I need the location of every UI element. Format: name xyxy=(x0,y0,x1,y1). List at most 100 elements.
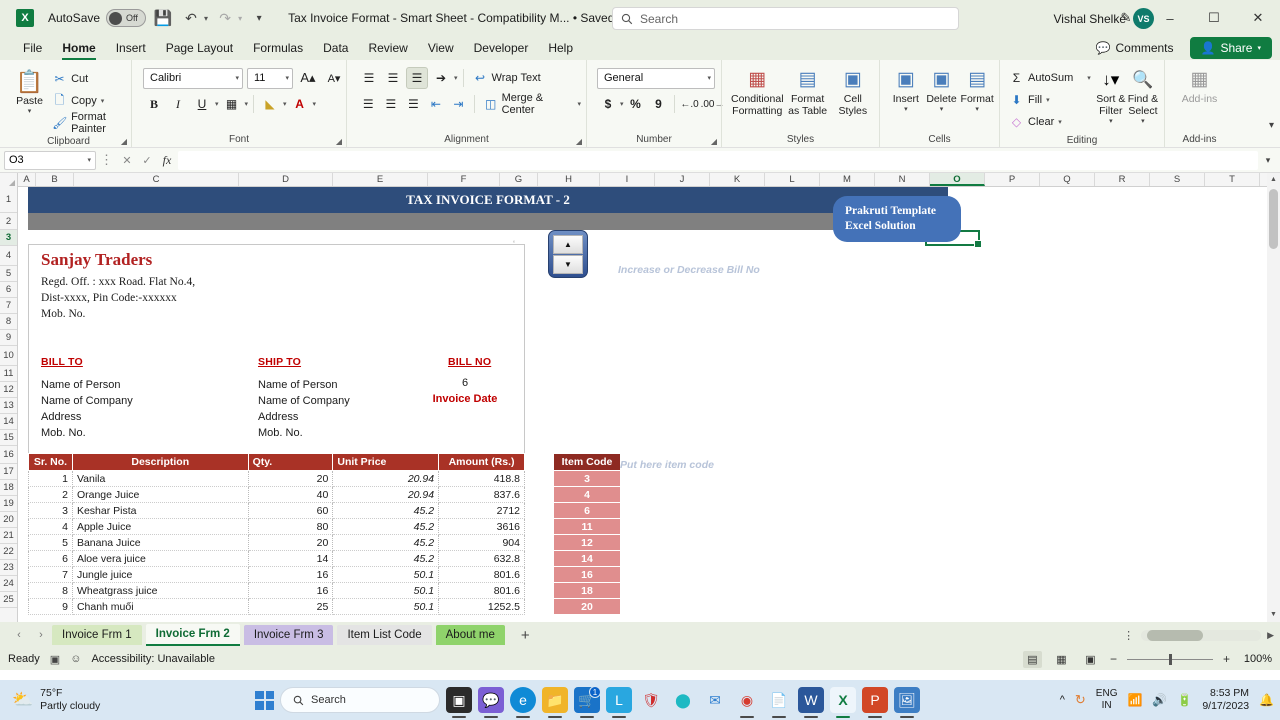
percent-format-button[interactable]: % xyxy=(625,93,647,115)
alignment-dialog-launcher-icon[interactable]: ◢ xyxy=(576,137,582,146)
language-indicator[interactable]: ENG IN xyxy=(1096,688,1118,712)
powerpoint-icon[interactable]: P xyxy=(862,687,888,713)
battery-icon[interactable]: 🔋 xyxy=(1177,693,1192,707)
col-header-D[interactable]: D xyxy=(239,173,333,186)
microsoft-store-icon[interactable]: 🛒 1 xyxy=(574,686,601,713)
tab-help[interactable]: Help xyxy=(539,38,582,58)
formula-bar-menu-icon[interactable]: ⋮ xyxy=(98,152,116,168)
cancel-entry-icon[interactable]: ✕ xyxy=(118,154,136,167)
font-size-select[interactable]: 11 ▾ xyxy=(247,67,293,89)
borders-button[interactable]: ▦ xyxy=(221,93,243,115)
notepad-icon[interactable]: 📄 xyxy=(766,687,792,713)
close-button[interactable]: ✕ xyxy=(1236,0,1280,36)
align-top-button[interactable]: ☰ xyxy=(358,67,380,89)
add-sheet-button[interactable]: + xyxy=(509,627,542,644)
sort-filter-button[interactable]: ↓▾ Sort & Filter ▾ xyxy=(1095,66,1127,125)
row-header-4[interactable]: 4 xyxy=(0,246,17,266)
undo-chevron-down-icon[interactable]: ▾ xyxy=(204,14,208,23)
accessibility-icon[interactable]: ☺ xyxy=(70,653,81,665)
sheet-tab-invoice-frm-1[interactable]: Invoice Frm 1 xyxy=(52,625,142,645)
number-format-select[interactable]: General ▾ xyxy=(597,67,715,89)
find-select-button[interactable]: 🔍 Find & Select ▾ xyxy=(1127,66,1159,125)
clear-button[interactable]: ◇ Clear ▾ xyxy=(1009,111,1091,133)
word-icon[interactable]: W xyxy=(798,687,824,713)
minimize-button[interactable]: – xyxy=(1148,0,1192,36)
select-all-corner[interactable] xyxy=(0,173,18,187)
align-left-button[interactable]: ☰ xyxy=(358,93,379,115)
insert-chevron-down-icon[interactable]: ▾ xyxy=(904,105,908,113)
wrap-text-button[interactable]: ↩ Wrap Text xyxy=(473,67,541,89)
paste-button[interactable]: 📋 Paste ▾ xyxy=(11,68,48,116)
vertical-scroll-thumb[interactable] xyxy=(1269,189,1278,249)
page-break-preview-button[interactable]: ▣ xyxy=(1081,651,1100,668)
vertical-scrollbar[interactable]: ▲ ▼ xyxy=(1267,173,1280,622)
bold-button[interactable]: B xyxy=(143,93,165,115)
cut-button[interactable]: ✂ Cut xyxy=(52,68,126,90)
increase-font-size-button[interactable]: A▴ xyxy=(297,67,319,89)
clipboard-dialog-launcher-icon[interactable]: ◢ xyxy=(121,137,127,146)
opera-icon[interactable]: ⬤ xyxy=(670,687,696,713)
confirm-entry-icon[interactable]: ✓ xyxy=(138,154,156,167)
row-header-7[interactable]: 7 xyxy=(0,298,17,314)
row-header-22[interactable]: 22 xyxy=(0,544,17,560)
clock[interactable]: 8:53 PM 9/17/2023 xyxy=(1202,687,1249,713)
edge-icon[interactable]: e xyxy=(510,687,536,713)
photos-icon[interactable]: 🖼 xyxy=(894,687,920,713)
format-painter-button[interactable]: 🖌 Format Painter xyxy=(52,111,126,135)
autosum-chevron-down-icon[interactable]: ▾ xyxy=(1087,74,1091,82)
autosave-toggle[interactable]: Off xyxy=(106,9,147,27)
fill-chevron-down-icon[interactable]: ▾ xyxy=(1046,96,1050,104)
row-header-1[interactable]: 1 xyxy=(0,187,17,213)
formula-input[interactable] xyxy=(178,150,1258,170)
share-button[interactable]: 👤 Share ▾ xyxy=(1189,37,1272,59)
page-layout-view-button[interactable]: ▦ xyxy=(1052,651,1071,668)
col-header-I[interactable]: I xyxy=(600,173,655,186)
col-header-O[interactable]: O xyxy=(930,173,985,186)
bill-no-spinner[interactable]: ▲ ▼ xyxy=(548,230,588,278)
tab-insert[interactable]: Insert xyxy=(107,38,155,58)
volume-icon[interactable]: 🔊 xyxy=(1152,693,1167,707)
decrease-font-size-button[interactable]: A▾ xyxy=(323,67,345,89)
list-item[interactable]: 6 xyxy=(553,502,621,519)
col-header-C[interactable]: C xyxy=(74,173,239,186)
increase-decimal-button[interactable]: ←.0 xyxy=(679,93,701,115)
customize-quick-access-icon[interactable]: ▾ xyxy=(248,7,270,29)
col-header-F[interactable]: F xyxy=(428,173,500,186)
row-header-9[interactable]: 9 xyxy=(0,330,17,346)
font-color-button[interactable]: A xyxy=(289,93,311,115)
row-header-21[interactable]: 21 xyxy=(0,528,17,544)
zoom-handle[interactable] xyxy=(1168,653,1172,665)
row-header-18[interactable]: 18 xyxy=(0,480,17,496)
col-header-N[interactable]: N xyxy=(875,173,930,186)
ribbon-display-options-icon[interactable]: ✎ xyxy=(1104,0,1148,36)
tab-review[interactable]: Review xyxy=(359,38,416,58)
notifications-icon[interactable]: 🔔 xyxy=(1259,693,1274,707)
row-header-24[interactable]: 24 xyxy=(0,576,17,592)
sheet-canvas[interactable]: TAX INVOICE FORMAT - 2 Prakruti Template… xyxy=(18,187,1280,622)
copy-button[interactable]: 🗋 Copy ▾ xyxy=(52,90,126,112)
shield-icon[interactable]: 🛡 xyxy=(638,687,664,713)
excel-taskbar-icon[interactable]: X xyxy=(830,687,856,713)
sheet-tab-invoice-frm-3[interactable]: Invoice Frm 3 xyxy=(243,625,334,645)
borders-chevron-down-icon[interactable]: ▾ xyxy=(245,100,249,108)
table-row[interactable]: 1 Vanila 20 20.94 418.8 xyxy=(28,470,525,487)
tab-formulas[interactable]: Formulas xyxy=(244,38,312,58)
zoom-out-button[interactable]: − xyxy=(1110,652,1117,666)
restore-button[interactable]: ☐ xyxy=(1192,0,1236,36)
row-header-3[interactable]: 3 xyxy=(0,230,17,246)
list-item[interactable]: 20 xyxy=(553,598,621,615)
format-chevron-down-icon[interactable]: ▾ xyxy=(975,105,979,113)
table-row[interactable]: 2 Orange Juice 40 20.94 837.6 xyxy=(28,486,525,503)
col-header-B[interactable]: B xyxy=(36,173,74,186)
table-row[interactable]: 4 Apple Juice 80 45.2 3616 xyxy=(28,518,525,535)
tab-file[interactable]: File xyxy=(14,38,51,58)
chrome-icon[interactable]: ◉ xyxy=(734,687,760,713)
clear-chevron-down-icon[interactable]: ▾ xyxy=(1058,118,1062,126)
search-input[interactable]: Search xyxy=(612,7,959,30)
table-row[interactable]: 7 Jungle juice 16 50.1 801.6 xyxy=(28,566,525,583)
horizontal-scroll-thumb[interactable] xyxy=(1147,629,1204,641)
show-hidden-icons-chevron-up-icon[interactable]: ^ xyxy=(1060,694,1065,706)
zoom-in-button[interactable]: + xyxy=(1223,652,1230,666)
collapse-ribbon-icon[interactable]: ▾ xyxy=(1269,120,1274,131)
row-header-11[interactable]: 11 xyxy=(0,366,17,382)
